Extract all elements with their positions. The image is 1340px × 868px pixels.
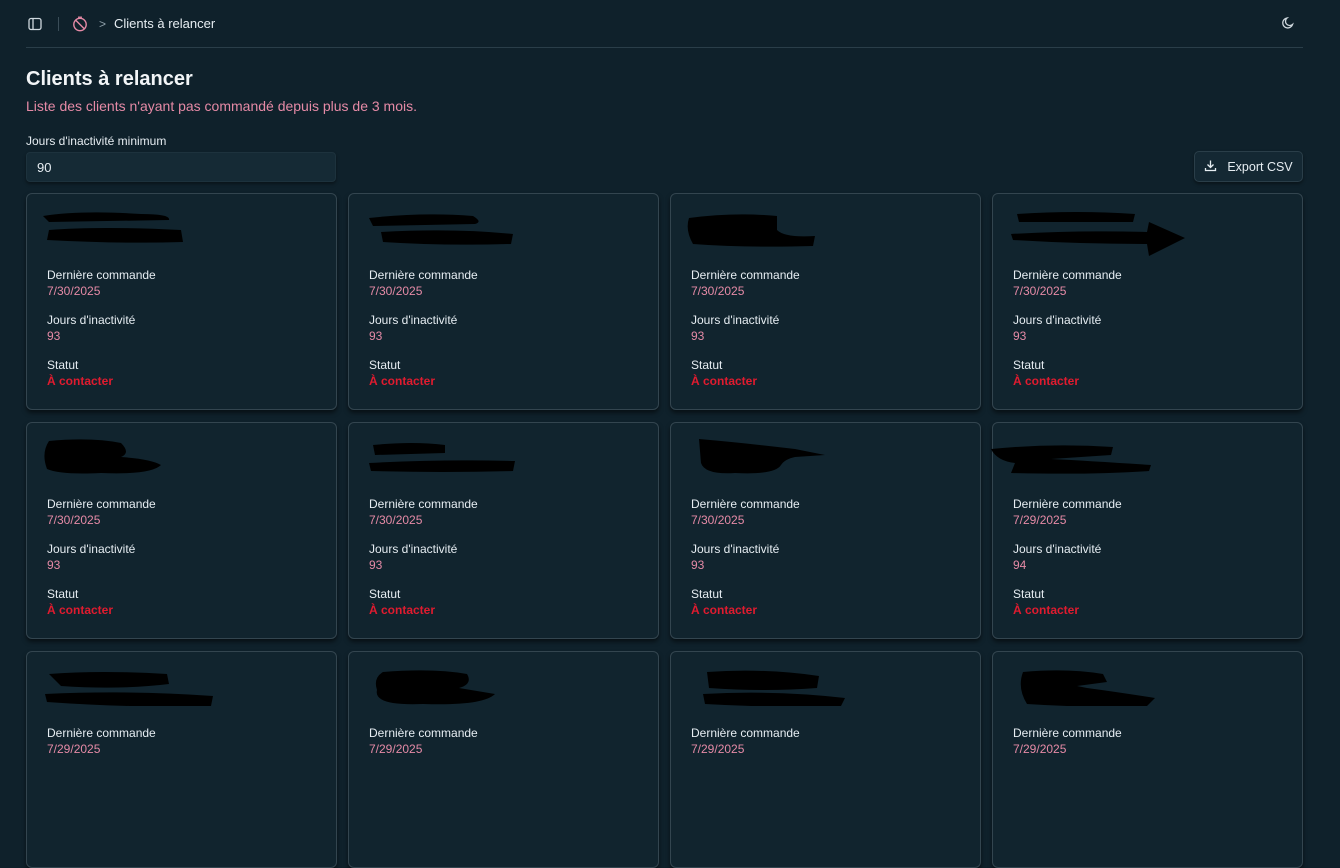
page-title: Clients à relancer (26, 68, 193, 90)
inactivity-value: 93 (47, 558, 61, 572)
timer-off-icon[interactable] (71, 15, 89, 33)
last-order-label: Dernière commande (691, 726, 800, 740)
client-card[interactable]: Dernière commande 7/30/2025 Jours d'inac… (348, 193, 659, 410)
client-card[interactable]: Dernière commande 7/29/2025 (348, 651, 659, 868)
status-badge: À contacter (691, 603, 758, 617)
inactivity-label: Jours d'inactivité (1013, 313, 1102, 327)
last-order-value: 7/30/2025 (369, 284, 423, 298)
last-order-value: 7/30/2025 (47, 513, 101, 527)
inactivity-value: 94 (1013, 558, 1027, 572)
last-order-value: 7/30/2025 (691, 513, 745, 527)
inactivity-value: 93 (691, 558, 705, 572)
status-label: Statut (47, 358, 79, 372)
status-badge: À contacter (47, 374, 114, 388)
last-order-value: 7/29/2025 (691, 742, 745, 756)
inactivity-value: 93 (369, 329, 383, 343)
status-label: Statut (47, 587, 79, 601)
last-order-value: 7/30/2025 (691, 284, 745, 298)
redacted-contact (703, 670, 845, 706)
inactivity-label: Jours d'inactivité (691, 313, 780, 327)
client-card[interactable]: Dernière commande 7/30/2025 Jours d'inac… (670, 422, 981, 639)
client-card[interactable]: Dernière commande 7/30/2025 Jours d'inac… (670, 193, 981, 410)
last-order-label: Dernière commande (369, 497, 478, 511)
status-label: Statut (691, 587, 723, 601)
inactivity-value: 93 (1013, 329, 1027, 343)
status-label: Statut (691, 358, 723, 372)
status-label: Statut (369, 358, 401, 372)
last-order-label: Dernière commande (1013, 268, 1122, 282)
last-order-label: Dernière commande (1013, 726, 1122, 740)
status-badge: À contacter (47, 603, 114, 617)
last-order-value: 7/30/2025 (1013, 284, 1067, 298)
inactivity-filter-label: Jours d'inactivité minimum (26, 134, 167, 148)
status-badge: À contacter (1013, 603, 1080, 617)
inactivity-label: Jours d'inactivité (369, 313, 458, 327)
last-order-label: Dernière commande (691, 497, 800, 511)
redacted-contact (369, 214, 513, 245)
redacted-contact (369, 443, 515, 472)
breadcrumb-current: Clients à relancer (114, 16, 216, 31)
last-order-label: Dernière commande (47, 497, 156, 511)
export-csv-button[interactable]: Export CSV (1194, 151, 1303, 182)
client-card[interactable]: Dernière commande 7/30/2025 Jours d'inac… (992, 193, 1303, 410)
inactivity-label: Jours d'inactivité (369, 542, 458, 556)
last-order-value: 7/30/2025 (369, 513, 423, 527)
moon-icon[interactable] (1279, 14, 1297, 32)
last-order-value: 7/30/2025 (47, 284, 101, 298)
client-card[interactable]: Dernière commande 7/29/2025 (670, 651, 981, 868)
inactivity-label: Jours d'inactivité (1013, 542, 1102, 556)
status-badge: À contacter (369, 374, 436, 388)
client-card[interactable]: Dernière commande 7/30/2025 Jours d'inac… (26, 422, 337, 639)
status-badge: À contacter (1013, 374, 1080, 388)
export-csv-label: Export CSV (1227, 159, 1293, 174)
client-card[interactable]: Dernière commande 7/30/2025 Jours d'inac… (26, 193, 337, 410)
last-order-label: Dernière commande (369, 268, 478, 282)
status-badge: À contacter (369, 603, 436, 617)
last-order-label: Dernière commande (1013, 497, 1122, 511)
last-order-value: 7/29/2025 (1013, 742, 1067, 756)
client-card[interactable]: Dernière commande 7/29/2025 (992, 651, 1303, 868)
last-order-label: Dernière commande (691, 268, 800, 282)
divider (58, 16, 59, 31)
redacted-contact (699, 439, 825, 474)
last-order-value: 7/29/2025 (47, 742, 101, 756)
chevron-right-icon: > (99, 16, 107, 31)
client-card-grid: Dernière commande 7/30/2025 Jours d'inac… (26, 193, 1303, 868)
last-order-label: Dernière commande (47, 726, 156, 740)
inactivity-value: 93 (47, 329, 61, 343)
last-order-value: 7/29/2025 (369, 742, 423, 756)
last-order-value: 7/29/2025 (1013, 513, 1067, 527)
sidebar-toggle-icon[interactable] (26, 15, 44, 33)
client-card[interactable]: Dernière commande 7/30/2025 Jours d'inac… (348, 422, 659, 639)
status-label: Statut (369, 587, 401, 601)
inactivity-label: Jours d'inactivité (691, 542, 780, 556)
redacted-contact (375, 670, 495, 705)
page-subtitle: Liste des clients n'ayant pas commandé d… (26, 98, 418, 114)
inactivity-days-input[interactable] (26, 152, 336, 182)
client-card[interactable]: Dernière commande 7/29/2025 (26, 651, 337, 868)
last-order-label: Dernière commande (369, 726, 478, 740)
inactivity-value: 93 (691, 329, 705, 343)
inactivity-value: 93 (369, 558, 383, 572)
redacted-contact (687, 214, 815, 247)
redacted-contact (44, 439, 161, 474)
redacted-contact (43, 212, 183, 243)
redacted-contact (991, 445, 1151, 474)
inactivity-label: Jours d'inactivité (47, 313, 136, 327)
redacted-contact (1020, 670, 1155, 706)
download-icon (1204, 159, 1217, 175)
redacted-contact (1011, 212, 1185, 256)
redacted-contact (45, 672, 213, 706)
status-label: Statut (1013, 358, 1045, 372)
status-badge: À contacter (691, 374, 758, 388)
status-label: Statut (1013, 587, 1045, 601)
client-card[interactable]: Dernière commande 7/29/2025 Jours d'inac… (991, 422, 1303, 639)
top-bar: > Clients à relancer (26, 0, 1303, 48)
last-order-label: Dernière commande (47, 268, 156, 282)
inactivity-label: Jours d'inactivité (47, 542, 136, 556)
